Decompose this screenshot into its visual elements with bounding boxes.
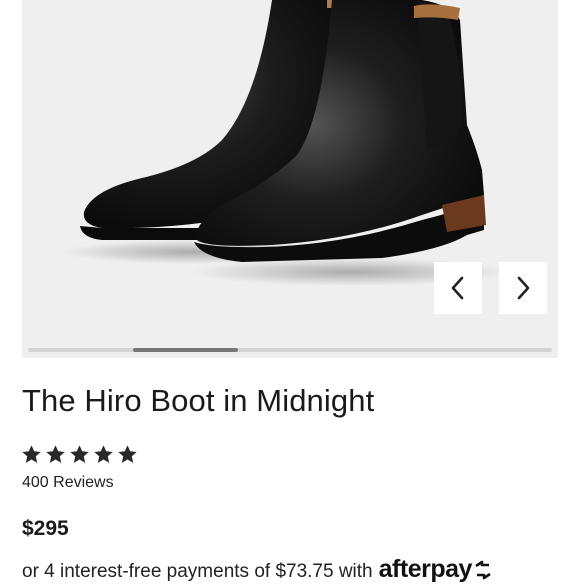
chevron-right-icon <box>517 276 530 300</box>
rating-stars[interactable] <box>21 444 138 465</box>
gallery-scrollbar-thumb[interactable] <box>132 348 238 352</box>
afterpay-arrows-icon <box>475 560 491 579</box>
product-image-gallery[interactable] <box>22 0 558 358</box>
gallery-prev-button[interactable] <box>434 262 482 314</box>
gallery-next-button[interactable] <box>499 262 547 314</box>
star-icon <box>118 445 137 463</box>
gallery-scrollbar[interactable] <box>28 348 552 352</box>
chevron-left-icon <box>451 276 464 300</box>
star-icon <box>46 445 65 463</box>
star-icon <box>22 445 41 463</box>
product-title: The Hiro Boot in Midnight <box>22 383 375 418</box>
reviews-link[interactable]: 400 Reviews <box>22 474 114 492</box>
star-icon <box>70 445 89 463</box>
product-price: $295 <box>22 517 69 540</box>
star-icon <box>94 445 113 463</box>
